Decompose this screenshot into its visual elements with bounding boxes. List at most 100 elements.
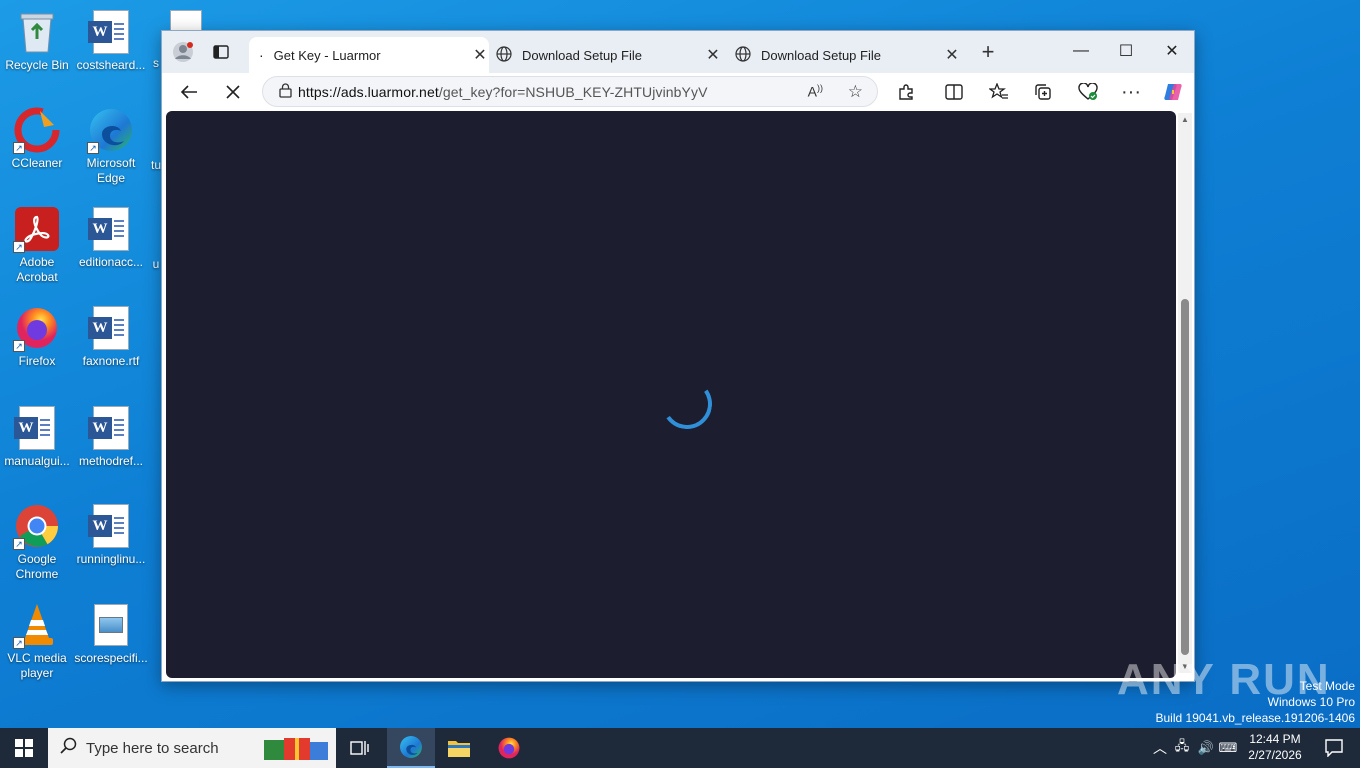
url-text: https://ads.luarmor.net/get_key?for=NSHU… (298, 84, 708, 100)
show-hidden-icons-chevron-icon[interactable]: ︿ (1150, 738, 1170, 758)
desktop-icon-manualgui[interactable]: W manualgui... (0, 404, 74, 469)
acrobat-icon: ↗ (13, 205, 61, 253)
search-placeholder: Type here to search (86, 739, 219, 757)
minimize-button[interactable]: — (1058, 31, 1104, 71)
vertical-scrollbar[interactable]: ▲ ▼ (1178, 113, 1192, 673)
ccleaner-icon: ↗ (13, 106, 61, 154)
close-icon[interactable]: ✕ (704, 45, 722, 65)
test-mode-line: Test Mode (1299, 679, 1355, 693)
back-button[interactable] (174, 77, 204, 107)
taskbar-search-box[interactable]: Type here to search (48, 728, 336, 768)
desktop-icon-label: manualgui... (4, 454, 70, 468)
favorites-icon[interactable] (984, 77, 1014, 107)
firefox-icon: ↗ (13, 304, 61, 352)
windows-logo-icon (15, 739, 33, 757)
desktop-icon-methodref[interactable]: W methodref... (74, 404, 148, 469)
lock-icon[interactable] (279, 82, 292, 101)
tab-get-key[interactable]: · Get Key - Luarmor ✕ (249, 37, 489, 73)
partial-document-icon[interactable] (170, 10, 202, 32)
profile-icon[interactable] (168, 37, 198, 67)
taskbar: Type here to search ︿ 🖧 🔊 ⌨ 12:44 PM 2/2… (0, 728, 1360, 768)
word-document-icon: W (87, 404, 135, 452)
desktop-icon-costsheard[interactable]: W costsheard... (74, 8, 148, 73)
build-line: Build 19041.vb_release.191206-1406 (1155, 711, 1356, 725)
scroll-up-arrow[interactable]: ▲ (1181, 115, 1189, 124)
scroll-thumb[interactable] (1181, 299, 1189, 655)
vlc-icon: ↗ (13, 601, 61, 649)
desktop-icon-label: scorespecifi... (74, 651, 148, 665)
extensions-icon[interactable] (891, 77, 921, 107)
desktop-icon-label: VLC media player (7, 651, 67, 680)
browser-window: · Get Key - Luarmor ✕ Download Setup Fil… (161, 30, 1195, 682)
tab-actions-icon[interactable] (206, 37, 236, 67)
word-document-icon: W (87, 205, 135, 253)
task-view-button[interactable] (336, 728, 384, 768)
network-icon[interactable]: 🖧 (1170, 737, 1194, 759)
desktop-icon-faxnone[interactable]: W faxnone.rtf (74, 304, 148, 369)
test-mode-text: Test Mode Windows 10 Pro Build 19041.vb_… (1156, 678, 1356, 726)
desktop-icon-firefox[interactable]: ↗ Firefox (0, 304, 74, 369)
more-options-icon[interactable]: ··· (1116, 77, 1146, 107)
taskbar-edge[interactable] (387, 728, 435, 768)
close-icon[interactable]: ✕ (943, 45, 961, 65)
copilot-icon[interactable] (1158, 77, 1188, 107)
stop-loading-button[interactable] (218, 77, 248, 107)
notifications-button[interactable] (1310, 728, 1358, 768)
close-icon[interactable]: ✕ (471, 45, 489, 65)
new-tab-button[interactable]: + (973, 37, 1003, 67)
globe-icon (496, 45, 512, 65)
windows-edition-line: Windows 10 Pro (1267, 695, 1355, 709)
navigation-toolbar: https://ads.luarmor.net/get_key?for=NSHU… (162, 73, 1194, 111)
tab-download-setup-1[interactable]: Download Setup File ✕ (492, 37, 722, 73)
desktop-icon-runninglinu[interactable]: W runninglinu... (74, 502, 148, 567)
system-tray: ︿ 🖧 🔊 ⌨ (1150, 728, 1238, 768)
desktop-icon-label: faxnone.rtf (82, 354, 140, 368)
volume-icon[interactable]: 🔊 (1194, 740, 1218, 756)
desktop-icon-label: Adobe Acrobat (16, 255, 58, 284)
tab-strip: · Get Key - Luarmor ✕ Download Setup Fil… (162, 31, 1194, 73)
desktop-icon-scorespecifi[interactable]: scorespecifi... (74, 601, 148, 666)
page-content (166, 111, 1176, 678)
firefox-icon (498, 737, 520, 759)
url-host: https://ads.luarmor.net (298, 83, 439, 100)
tab-title: Download Setup File (522, 47, 642, 63)
desktop-icon-vlc[interactable]: ↗ VLC media player (0, 601, 74, 681)
loading-spinner (658, 375, 716, 433)
desktop-icon-label: Microsoft Edge (86, 156, 136, 185)
desktop-icon-label: methodref... (78, 454, 144, 468)
taskbar-clock[interactable]: 12:44 PM 2/27/2026 (1238, 731, 1312, 763)
word-document-icon: W (13, 404, 61, 452)
desktop-icon-google-chrome[interactable]: ↗ Google Chrome (0, 502, 74, 582)
desktop-icon-label: tu (150, 158, 161, 172)
maximize-button[interactable]: ☐ (1103, 31, 1149, 71)
taskbar-file-explorer[interactable] (435, 728, 483, 768)
tab-title: Download Setup File (761, 47, 881, 63)
desktop-icon-label: s (153, 56, 159, 70)
desktop-icon-ccleaner[interactable]: ↗ CCleaner (0, 106, 74, 171)
desktop-icon-editionacc[interactable]: W editionacc... (74, 205, 148, 270)
tab-download-setup-2[interactable]: Download Setup File ✕ (731, 37, 961, 73)
desktop-icon-recycle-bin[interactable]: Recycle Bin (0, 8, 74, 73)
browser-essentials-icon[interactable] (1073, 77, 1103, 107)
close-window-button[interactable]: ✕ (1149, 31, 1195, 71)
folder-icon (448, 741, 470, 757)
input-method-icon[interactable]: ⌨ (1218, 740, 1238, 756)
collections-icon[interactable] (1028, 77, 1058, 107)
desktop-icon-label: runninglinu... (76, 552, 146, 566)
edge-icon (400, 736, 422, 758)
split-screen-icon[interactable] (939, 77, 969, 107)
start-button[interactable] (0, 728, 48, 768)
clock-time: 12:44 PM (1249, 732, 1301, 746)
favorite-star-icon[interactable]: ☆ (848, 82, 863, 102)
word-document-icon: W (87, 8, 135, 56)
taskbar-firefox[interactable] (485, 728, 533, 768)
address-bar[interactable]: https://ads.luarmor.net/get_key?for=NSHU… (262, 76, 878, 107)
desktop-icon-adobe-acrobat[interactable]: ↗ Adobe Acrobat (0, 205, 74, 285)
desktop-icon-label: u (152, 257, 160, 271)
globe-icon (735, 45, 751, 65)
desktop-icon-label: costsheard... (76, 58, 146, 72)
read-aloud-icon[interactable]: A)) (808, 83, 823, 100)
desktop-icon-microsoft-edge[interactable]: ↗ Microsoft Edge (74, 106, 148, 186)
chrome-icon: ↗ (13, 502, 61, 550)
desktop-icon-label: Recycle Bin (5, 58, 69, 72)
